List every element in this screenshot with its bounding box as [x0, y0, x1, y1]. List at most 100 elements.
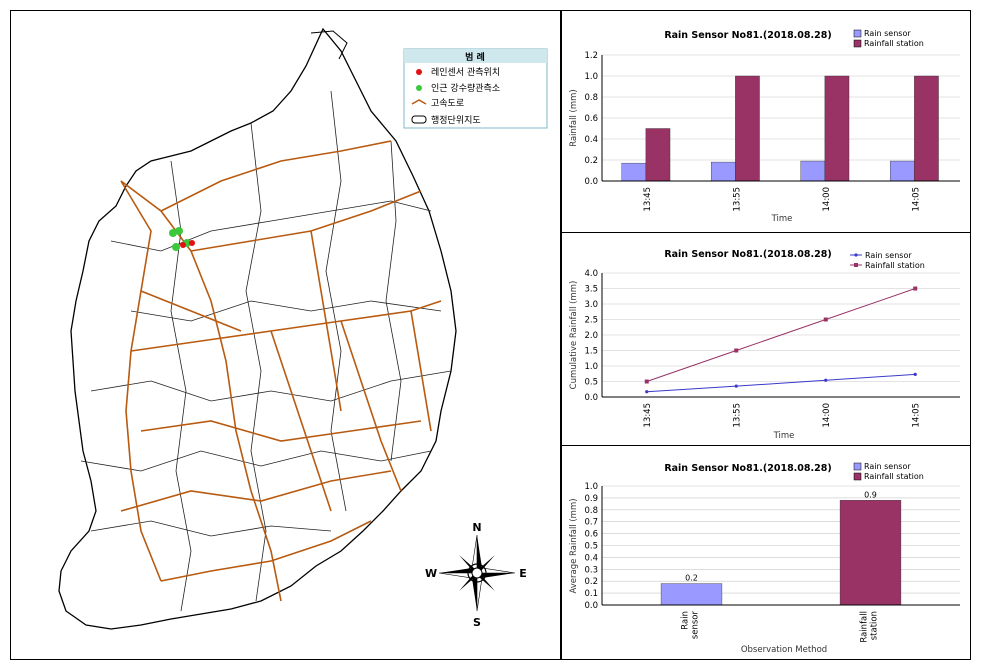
c2-point-sensor — [645, 390, 649, 394]
chart2-legend-dot-sensor — [854, 253, 858, 257]
c1-xtick-label: 14:05 — [911, 187, 921, 212]
compass-w: W — [425, 567, 437, 580]
chart2-legend: Rain sensor Rainfall station — [850, 251, 925, 270]
c2-xtick-label: 13:55 — [732, 403, 742, 428]
chart1-legend-swatch-station — [853, 39, 862, 48]
c3-xtick-label: Rain — [681, 611, 691, 630]
c3-ytick-label: 1.0 — [584, 482, 598, 492]
c3-data-label: 0.2 — [685, 574, 698, 583]
map-legend-item-admin: 행정단위지도 — [431, 114, 481, 126]
chart1-legend-sensor: Rain sensor — [864, 29, 911, 38]
chart1-yticks: 0.0 0.2 0.4 0.6 0.8 1.0 1.2 — [584, 51, 598, 187]
c2-point-station — [644, 379, 649, 384]
c2-ytick-label: 4.0 — [584, 269, 598, 279]
chart2-xlabel: Time — [773, 431, 795, 441]
c2-ytick-label: 2.5 — [584, 316, 598, 326]
chart3-ylabel: Average Rainfall (mm) — [569, 498, 579, 593]
c3-ytick-label: 0.7 — [584, 518, 598, 528]
chart1-xticks: 13:45 13:55 14:00 14:05 — [643, 187, 922, 212]
chart3-legend-swatch-station — [853, 472, 862, 481]
map-legend-item-highway: 고속도로 — [431, 98, 464, 109]
chart1-panel: 0.0 0.2 0.4 0.6 0.8 1.0 1.2 13:45 13:55 14:00 14:… — [561, 10, 971, 233]
c1-ytick-label: 0.8 — [584, 93, 598, 103]
c1-xtick-label: 14:00 — [822, 187, 832, 212]
highways — [120, 140, 442, 602]
chart3-legend-sensor: Rain sensor — [864, 462, 911, 471]
c3-bar-station — [839, 500, 902, 606]
chart2-svg: 0.0 0.5 1.0 1.5 2.0 2.5 3.0 3.5 4.0 13:45 13:55 14… — [569, 249, 960, 441]
c2-ytick-label: 0.0 — [584, 393, 598, 403]
rain-station-dot — [172, 243, 180, 251]
chart2-title: Rain Sensor No81.(2018.08.28) — [664, 249, 831, 260]
c2-point-sensor — [913, 372, 917, 376]
map-legend: 범 례 레인센서 관측위치 인근 강수량관측소 고속도로 행정단위지도 — [403, 48, 548, 129]
chart1-svg: 0.0 0.2 0.4 0.6 0.8 1.0 1.2 13:45 13:55 14:00 14:… — [569, 29, 960, 224]
chart1-bars — [621, 75, 939, 182]
map-outline-north — [310, 30, 348, 60]
c2-point-station — [913, 286, 918, 291]
c2-point-sensor — [824, 378, 828, 382]
c1-ytick-label: 0.4 — [584, 135, 598, 145]
compass-n: N — [472, 521, 481, 534]
c2-ytick-label: 0.5 — [584, 378, 598, 388]
map-legend-item-station: 인근 강수량관측소 — [431, 82, 500, 94]
c1-bar-sensor — [889, 160, 915, 182]
chart3-panel: 0.2 0.9 0.0 0.1 0.2 0.3 0.4 0.5 0.6 0.7 0.8 0.9 1.0… — [561, 445, 971, 660]
c2-point-station — [823, 317, 828, 322]
c3-ytick-label: 0.2 — [584, 577, 598, 587]
c3-ytick-label: 0.9 — [584, 494, 598, 504]
c1-bar-station — [824, 75, 850, 182]
chart3-yticks: 0.0 0.1 0.2 0.3 0.40.5 0.6 0.7 0.8 0.9 1.0 — [584, 482, 598, 611]
c1-xtick-label: 13:45 — [643, 187, 653, 212]
c3-xtick-label: sensor — [691, 610, 701, 639]
chart1-title: Rain Sensor No81.(2018.08.28) — [664, 30, 831, 41]
chart2-legend-sensor: Rain sensor — [865, 251, 912, 260]
c3-ytick-label: 0.4 — [584, 553, 598, 563]
c1-ytick-label: 1.2 — [584, 51, 598, 61]
c3-bar-sensor — [660, 583, 723, 606]
chart3-xticks: Rain sensor Rainfall station — [681, 610, 880, 642]
chart2-legend-dot-station — [854, 263, 858, 267]
c1-ytick-label: 0.6 — [584, 114, 598, 124]
rain-sensor-dot — [189, 240, 195, 246]
c1-bar-station — [645, 128, 671, 182]
chart2-lines — [644, 286, 918, 394]
c2-ytick-label: 2.0 — [584, 331, 598, 341]
compass-e: E — [519, 567, 527, 580]
chart2-panel: 0.0 0.5 1.0 1.5 2.0 2.5 3.0 3.5 4.0 13:45 13:55 14… — [561, 232, 971, 446]
c2-xtick-label: 14:05 — [911, 403, 921, 428]
chart2-xticks: 13:45 13:55 14:00 14:05 — [643, 403, 922, 428]
chart3-title: Rain Sensor No81.(2018.08.28) — [664, 463, 831, 474]
c2-xtick-label: 13:45 — [643, 403, 653, 428]
c2-ytick-label: 3.0 — [584, 300, 598, 310]
chart3-legend: Rain sensor Rainfall station — [853, 462, 924, 481]
c1-bar-sensor — [621, 162, 647, 182]
c2-xtick-label: 14:00 — [822, 403, 832, 428]
chart1-ylabel: Rainfall (mm) — [569, 89, 579, 147]
chart3-svg: 0.2 0.9 0.0 0.1 0.2 0.3 0.40.5 0.6 0.7 0.8 0.9 1.0… — [569, 462, 960, 655]
c3-ytick-label: 0.6 — [584, 530, 598, 540]
chart2-legend-station: Rainfall station — [865, 261, 925, 270]
map-legend-item-sensor: 레인센서 관측위치 — [431, 66, 500, 78]
station-legend-marker — [416, 85, 422, 91]
chart2-ylabel: Cumulative Rainfall (mm) — [569, 281, 579, 390]
c2-series-line-sensor — [646, 373, 916, 393]
chart1-legend-swatch-sensor — [853, 29, 862, 38]
chart3-legend-station: Rainfall station — [864, 472, 924, 481]
compass-rose: N S E W — [425, 521, 527, 629]
c2-ytick-label: 3.5 — [584, 285, 598, 295]
c3-xtick-label: Rainfall — [860, 611, 870, 643]
c3-ytick-label: 0.1 — [584, 589, 598, 599]
c3-ytick-label: 0.0 — [584, 601, 598, 611]
c1-ytick-label: 0.2 — [584, 156, 598, 166]
c1-bar-station — [914, 75, 939, 182]
c2-point-station — [734, 348, 739, 353]
c1-bar-sensor — [710, 161, 736, 182]
chart3-legend-swatch-sensor — [853, 462, 862, 471]
chart1-legend: Rain sensor Rainfall station — [853, 29, 924, 48]
compass-s: S — [473, 616, 481, 629]
chart3-grid — [602, 485, 960, 606]
c3-xtick-label: station — [870, 611, 880, 640]
rain-sensor-dot — [180, 242, 186, 248]
chart3-xlabel: Observation Method — [741, 645, 827, 655]
